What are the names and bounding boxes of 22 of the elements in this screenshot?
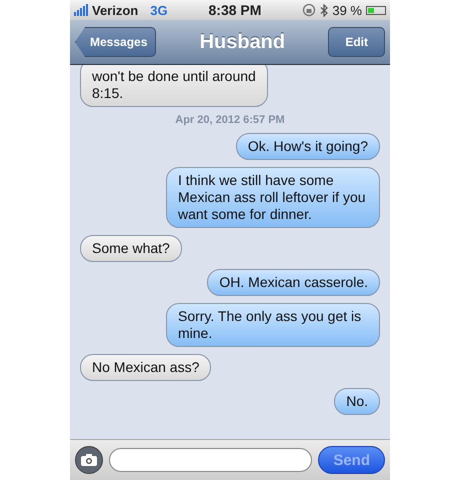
battery-percent: 39 % xyxy=(332,2,362,18)
sent-message: OH. Mexican casserole. xyxy=(207,269,380,296)
rotation-lock-icon xyxy=(302,3,316,17)
signal-icon xyxy=(74,4,88,16)
sent-message: Sorry. The only ass you get is mine. xyxy=(166,303,380,347)
network-type: 3G xyxy=(150,2,168,18)
received-message: won't be done until around 8:15. xyxy=(80,65,268,107)
edit-button[interactable]: Edit xyxy=(328,27,385,57)
message-timestamp: Apr 20, 2012 6:57 PM xyxy=(174,114,286,126)
clock-time: 8:38 PM xyxy=(208,2,262,18)
sent-message: No. xyxy=(334,388,380,415)
back-button[interactable]: Messages xyxy=(75,27,156,57)
received-message: Some what? xyxy=(80,235,182,262)
camera-button[interactable] xyxy=(75,446,103,474)
sent-message: I think we still have some Mexican ass roll leftover if you want some for dinner. xyxy=(166,167,380,228)
conversation-title: Husband xyxy=(198,30,286,54)
carrier-name: Verizon xyxy=(92,2,138,18)
message-input[interactable] xyxy=(109,448,312,472)
camera-icon xyxy=(81,454,97,466)
received-message: No Mexican ass? xyxy=(80,354,212,381)
sent-message: Ok. How's it going? xyxy=(236,133,380,160)
bluetooth-icon xyxy=(320,4,328,16)
